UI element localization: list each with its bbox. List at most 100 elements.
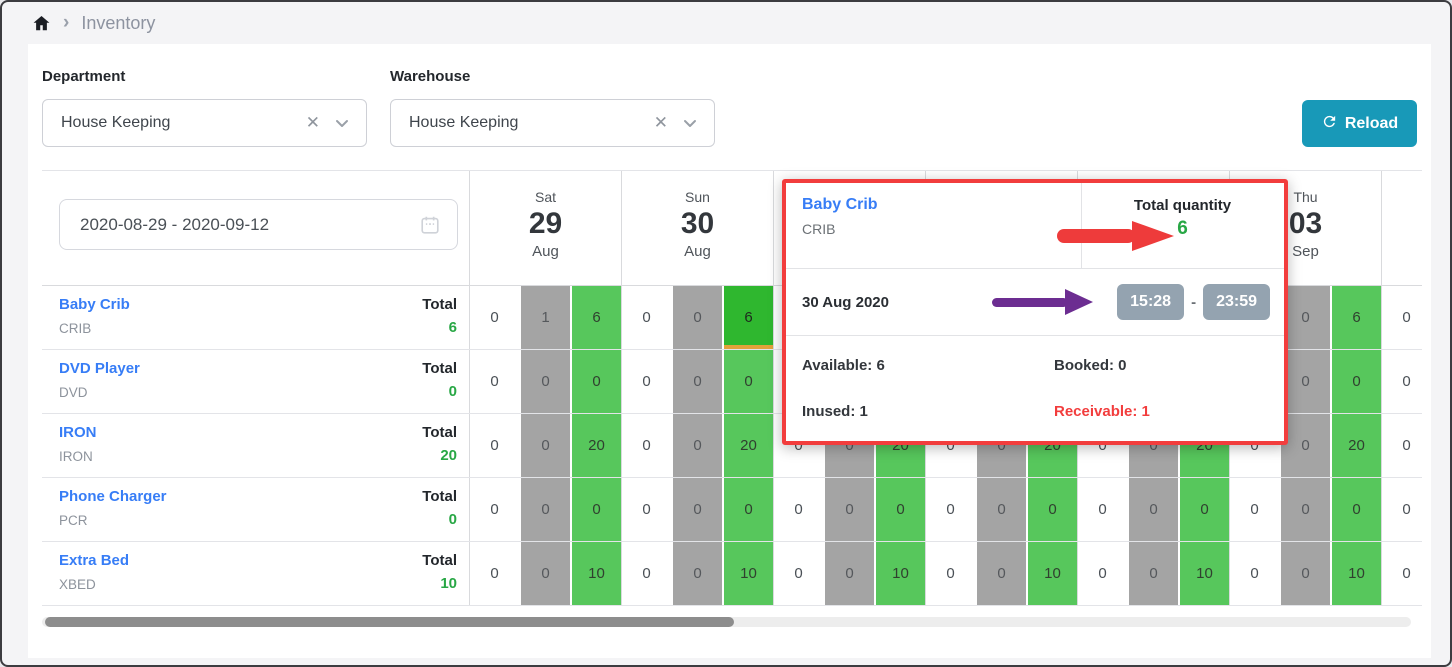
- inventory-cell[interactable]: 0: [1382, 286, 1422, 349]
- inventory-cell[interactable]: 0: [1129, 542, 1178, 605]
- inventory-cell[interactable]: 0: [1332, 350, 1381, 413]
- inventory-cell[interactable]: 0: [470, 414, 519, 477]
- inventory-cell[interactable]: 0: [1078, 478, 1127, 541]
- popup-item-name-link[interactable]: Baby Crib: [802, 196, 878, 213]
- inventory-cell[interactable]: 0: [622, 414, 671, 477]
- inventory-cell[interactable]: 0: [1332, 478, 1381, 541]
- inventory-cell[interactable]: 0: [572, 350, 621, 413]
- item-name-link[interactable]: Extra Bed: [59, 552, 129, 569]
- grid-header-left: 2020-08-29 - 2020-09-12: [42, 171, 470, 285]
- item-name-link[interactable]: Baby Crib: [59, 296, 130, 313]
- inventory-cell[interactable]: 0: [673, 286, 722, 349]
- item-name-link[interactable]: Phone Charger: [59, 488, 167, 505]
- department-select[interactable]: House Keeping ✕: [42, 99, 367, 147]
- inventory-cell[interactable]: 0: [1382, 478, 1422, 541]
- inventory-cell[interactable]: 0: [1281, 350, 1330, 413]
- chevron-down-icon[interactable]: [682, 115, 698, 131]
- inventory-cell[interactable]: 0: [521, 542, 570, 605]
- inventory-cell[interactable]: 6: [1332, 286, 1381, 349]
- warehouse-select[interactable]: House Keeping ✕: [390, 99, 715, 147]
- inventory-cell[interactable]: 10: [1028, 542, 1077, 605]
- inventory-cell[interactable]: 10: [724, 542, 773, 605]
- breadcrumb: › Inventory: [2, 2, 1450, 44]
- horizontal-scrollbar[interactable]: [42, 617, 1411, 627]
- inventory-cell[interactable]: 0: [622, 542, 671, 605]
- item-name-link[interactable]: DVD Player: [59, 360, 140, 377]
- clear-icon[interactable]: ✕: [648, 113, 682, 133]
- chevron-down-icon[interactable]: [334, 115, 350, 131]
- inventory-cell[interactable]: 10: [1332, 542, 1381, 605]
- inventory-cell[interactable]: 10: [876, 542, 925, 605]
- inventory-cell[interactable]: 0: [521, 414, 570, 477]
- inventory-panel: Department House Keeping ✕ Warehouse Hou…: [28, 44, 1431, 658]
- inventory-cell[interactable]: 0: [470, 286, 519, 349]
- day-cell: 006: [622, 286, 774, 349]
- inventory-cell[interactable]: 0: [1281, 286, 1330, 349]
- inventory-cell[interactable]: 20: [724, 414, 773, 477]
- inventory-cell[interactable]: 0: [673, 478, 722, 541]
- inventory-cell[interactable]: 0: [470, 478, 519, 541]
- inventory-cell[interactable]: 0: [724, 350, 773, 413]
- item-info-cell: IRON IRON Total 20: [42, 414, 470, 477]
- inventory-cell[interactable]: 0: [1382, 542, 1422, 605]
- inventory-cell[interactable]: 20: [572, 414, 621, 477]
- inventory-cell[interactable]: 0: [1028, 478, 1077, 541]
- inventory-cell[interactable]: 0: [521, 350, 570, 413]
- inventory-cell[interactable]: 0: [622, 286, 671, 349]
- inventory-cell[interactable]: 0: [774, 478, 823, 541]
- inventory-cell[interactable]: 0: [876, 478, 925, 541]
- inventory-cell[interactable]: 6: [572, 286, 621, 349]
- item-info-cell: Baby Crib CRIB Total 6: [42, 286, 470, 349]
- inventory-cell[interactable]: 0: [825, 542, 874, 605]
- inventory-cell[interactable]: 10: [1180, 542, 1229, 605]
- inventory-cell[interactable]: 0: [724, 478, 773, 541]
- inventory-cell[interactable]: 0: [977, 542, 1026, 605]
- inventory-cell[interactable]: 0: [1180, 478, 1229, 541]
- inventory-cell[interactable]: 0: [1281, 478, 1330, 541]
- inventory-cell[interactable]: 0: [572, 478, 621, 541]
- item-info-cell: Phone Charger PCR Total 0: [42, 478, 470, 541]
- day-cell: 000: [1230, 478, 1382, 541]
- inventory-cell[interactable]: 1: [521, 286, 570, 349]
- red-annotation-arrow-icon: [1057, 221, 1174, 251]
- inventory-cell[interactable]: 0: [470, 350, 519, 413]
- inventory-cell[interactable]: 0: [1078, 542, 1127, 605]
- inventory-cell[interactable]: 0: [1382, 414, 1422, 477]
- inventory-cell[interactable]: 0: [926, 478, 975, 541]
- calendar-icon[interactable]: [419, 214, 441, 236]
- total-label: Total: [422, 552, 457, 569]
- scrollbar-thumb[interactable]: [45, 617, 734, 627]
- date-range-input[interactable]: 2020-08-29 - 2020-09-12: [59, 199, 458, 250]
- day-cell: 000: [622, 478, 774, 541]
- purple-annotation-arrow-icon: [992, 289, 1093, 315]
- total-quantity-label: Total quantity: [1081, 197, 1284, 214]
- inventory-cell[interactable]: 0: [673, 542, 722, 605]
- inventory-cell[interactable]: 0: [977, 478, 1026, 541]
- inventory-cell[interactable]: 10: [572, 542, 621, 605]
- inventory-cell[interactable]: 0: [673, 414, 722, 477]
- inventory-cell[interactable]: 0: [1281, 542, 1330, 605]
- inventory-cell[interactable]: 0: [622, 478, 671, 541]
- inventory-cell[interactable]: 0: [1230, 542, 1279, 605]
- department-value: House Keeping: [61, 114, 300, 132]
- inventory-cell[interactable]: 0: [521, 478, 570, 541]
- day-cell: 0010: [926, 542, 1078, 605]
- inventory-cell[interactable]: 0: [1129, 478, 1178, 541]
- item-name-link[interactable]: IRON: [59, 424, 97, 441]
- home-icon[interactable]: [32, 14, 51, 33]
- inventory-cell[interactable]: 0: [926, 542, 975, 605]
- inventory-cell[interactable]: 20: [1332, 414, 1381, 477]
- inventory-cell[interactable]: 0: [1230, 478, 1279, 541]
- inventory-cell[interactable]: 0: [1281, 414, 1330, 477]
- clear-icon[interactable]: ✕: [300, 113, 334, 133]
- inventory-cell[interactable]: 0: [673, 350, 722, 413]
- reload-button[interactable]: Reload: [1302, 100, 1417, 147]
- date-range-value: 2020-08-29 - 2020-09-12: [80, 215, 419, 235]
- inventory-cell[interactable]: 0: [622, 350, 671, 413]
- inventory-cell[interactable]: 6: [724, 286, 773, 349]
- inventory-cell[interactable]: 0: [1382, 350, 1422, 413]
- inventory-cell[interactable]: 0: [774, 542, 823, 605]
- inventory-cell[interactable]: 0: [825, 478, 874, 541]
- inventory-cell[interactable]: 0: [470, 542, 519, 605]
- filters-bar: Department House Keeping ✕ Warehouse Hou…: [28, 44, 1431, 170]
